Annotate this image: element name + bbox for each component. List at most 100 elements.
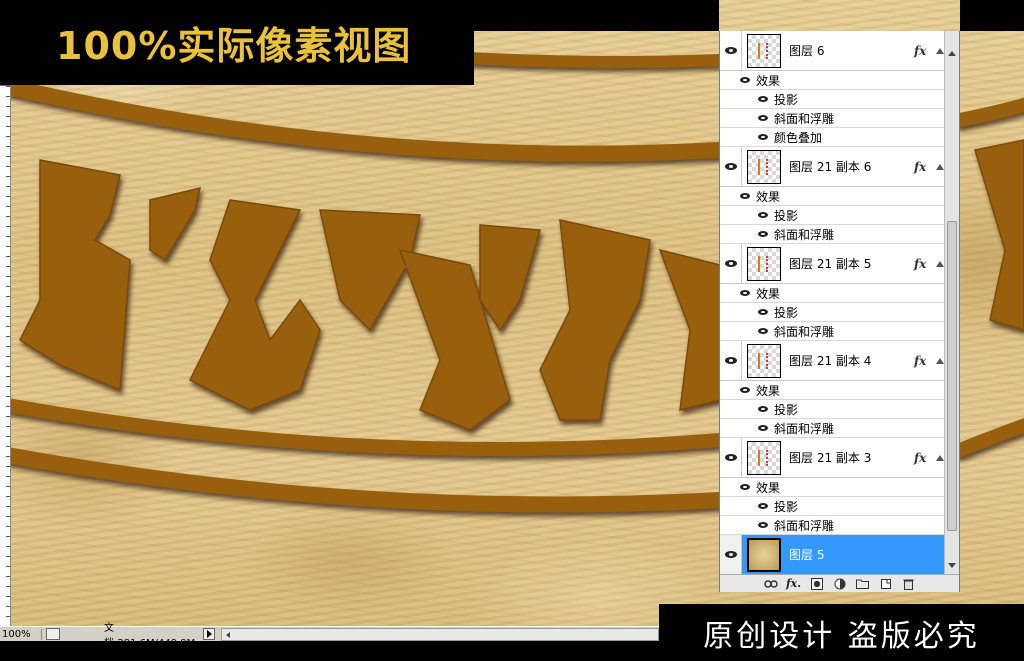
visibility-toggle[interactable] [720,31,742,70]
effects-group-row[interactable]: 效果 [720,284,946,303]
layer-name[interactable]: 图层 5 [789,546,946,563]
effect-row[interactable]: 投影 [720,400,946,419]
effect-row[interactable]: 斜面和浮雕 [720,419,946,438]
layer-thumbnail [747,33,781,68]
visibility-toggle[interactable] [720,147,742,186]
eye-icon[interactable] [758,231,768,237]
banner-title: 100%实际像素视图 [56,24,412,68]
layers-list: 图层 6 fx 效果 投影 斜面和浮雕 颜色叠加 图层 21 副本 6 fx 效… [720,31,946,574]
top-strip [474,0,719,31]
mask-icon[interactable] [810,577,824,590]
layer-thumbnail [747,149,781,184]
effects-label: 效果 [756,383,781,398]
fx-icon[interactable]: fx. [786,577,801,590]
triangle-right-icon [206,630,212,638]
fx-icon: fx [914,450,927,465]
eye-icon[interactable] [758,503,768,509]
link-icon[interactable] [763,578,778,590]
layers-panel: 图层 6 fx 效果 投影 斜面和浮雕 颜色叠加 图层 21 副本 6 fx 效… [719,31,960,592]
layers-panel-footer: fx. [720,574,959,592]
effect-label: 投影 [774,402,799,417]
effect-row[interactable]: 斜面和浮雕 [720,516,946,535]
eye-icon[interactable] [740,387,750,393]
visibility-toggle[interactable] [720,244,742,283]
eye-icon[interactable] [740,77,750,83]
effects-group-row[interactable]: 效果 [720,187,946,206]
layer-name[interactable]: 图层 21 副本 4 [789,352,914,369]
fx-icon: fx [914,353,927,368]
effect-row[interactable]: 斜面和浮雕 [720,225,946,244]
eye-icon [724,357,737,364]
layer-thumbnail [747,537,781,572]
new-layer-icon[interactable] [879,578,893,590]
eye-icon [724,454,737,461]
layer-name[interactable]: 图层 21 副本 5 [789,255,914,272]
eye-icon[interactable] [758,212,768,218]
eye-icon[interactable] [740,484,750,490]
eye-icon[interactable] [758,328,768,334]
eye-icon[interactable] [758,425,768,431]
visibility-toggle[interactable] [720,535,742,574]
layer-row[interactable]: 图层 6 fx [720,31,946,71]
effect-label: 斜面和浮雕 [774,421,835,436]
layer-row[interactable]: 图层 21 副本 5 fx [720,244,946,284]
status-bar: 100% 文档:281.6M/449.9M [0,623,659,649]
effect-row[interactable]: 投影 [720,206,946,225]
effect-label: 颜色叠加 [774,130,823,145]
effect-row[interactable]: 投影 [720,303,946,322]
eye-icon[interactable] [758,134,768,140]
layer-row[interactable]: 图层 21 副本 6 fx [720,147,946,187]
layer-name[interactable]: 图层 21 副本 6 [789,158,914,175]
eye-icon[interactable] [758,406,768,412]
effect-row[interactable]: 颜色叠加 [720,128,946,147]
top-strip-right [960,0,1024,31]
folder-icon[interactable] [856,578,870,590]
layer-thumbnail [747,343,781,378]
fx-icon: fx [914,43,927,58]
fx-icon: fx [914,159,927,174]
eye-icon[interactable] [758,96,768,102]
effect-row[interactable]: 投影 [720,90,946,109]
document-status-icon[interactable] [46,628,60,640]
layer-name[interactable]: 图层 21 副本 3 [789,449,914,466]
effects-group-row[interactable]: 效果 [720,381,946,400]
scroll-down-icon[interactable] [948,563,956,568]
trash-icon[interactable] [902,578,916,590]
eye-icon[interactable] [758,115,768,121]
effect-row[interactable]: 斜面和浮雕 [720,109,946,128]
triangle-up-icon [936,454,944,461]
effect-label: 投影 [774,499,799,514]
adjustment-icon[interactable] [833,578,847,590]
effects-label: 效果 [756,73,781,88]
layer-row[interactable]: 图层 21 副本 3 fx [720,438,946,478]
visibility-toggle[interactable] [720,341,742,380]
scroll-thumb[interactable] [947,221,957,531]
visibility-toggle[interactable] [720,438,742,477]
layer-row-selected[interactable]: 图层 5 [720,535,946,574]
effect-label: 斜面和浮雕 [774,324,835,339]
layers-scrollbar[interactable] [944,31,959,574]
effect-label: 斜面和浮雕 [774,518,835,533]
status-menu-button[interactable] [203,628,215,640]
title-banner: 100%实际像素视图 [0,0,474,85]
zoom-level[interactable]: 100% [0,628,42,640]
effect-row[interactable]: 斜面和浮雕 [720,322,946,341]
vertical-ruler[interactable] [0,86,11,626]
eye-icon[interactable] [758,522,768,528]
eye-icon [724,260,737,267]
eye-icon[interactable] [740,290,750,296]
horizontal-scrollbar[interactable] [221,627,659,641]
eye-icon[interactable] [740,193,750,199]
scroll-up-icon[interactable] [948,51,956,56]
effect-row[interactable]: 投影 [720,497,946,516]
layer-row[interactable]: 图层 21 副本 4 fx [720,341,946,381]
effects-group-row[interactable]: 效果 [720,71,946,90]
effects-label: 效果 [756,480,781,495]
effect-label: 投影 [774,92,799,107]
bottom-strip [0,641,659,661]
effects-group-row[interactable]: 效果 [720,478,946,497]
layer-thumbnail [747,440,781,475]
notice-text: 原创设计 盗版必究 [703,618,980,654]
layer-name[interactable]: 图层 6 [789,42,914,59]
eye-icon[interactable] [758,309,768,315]
